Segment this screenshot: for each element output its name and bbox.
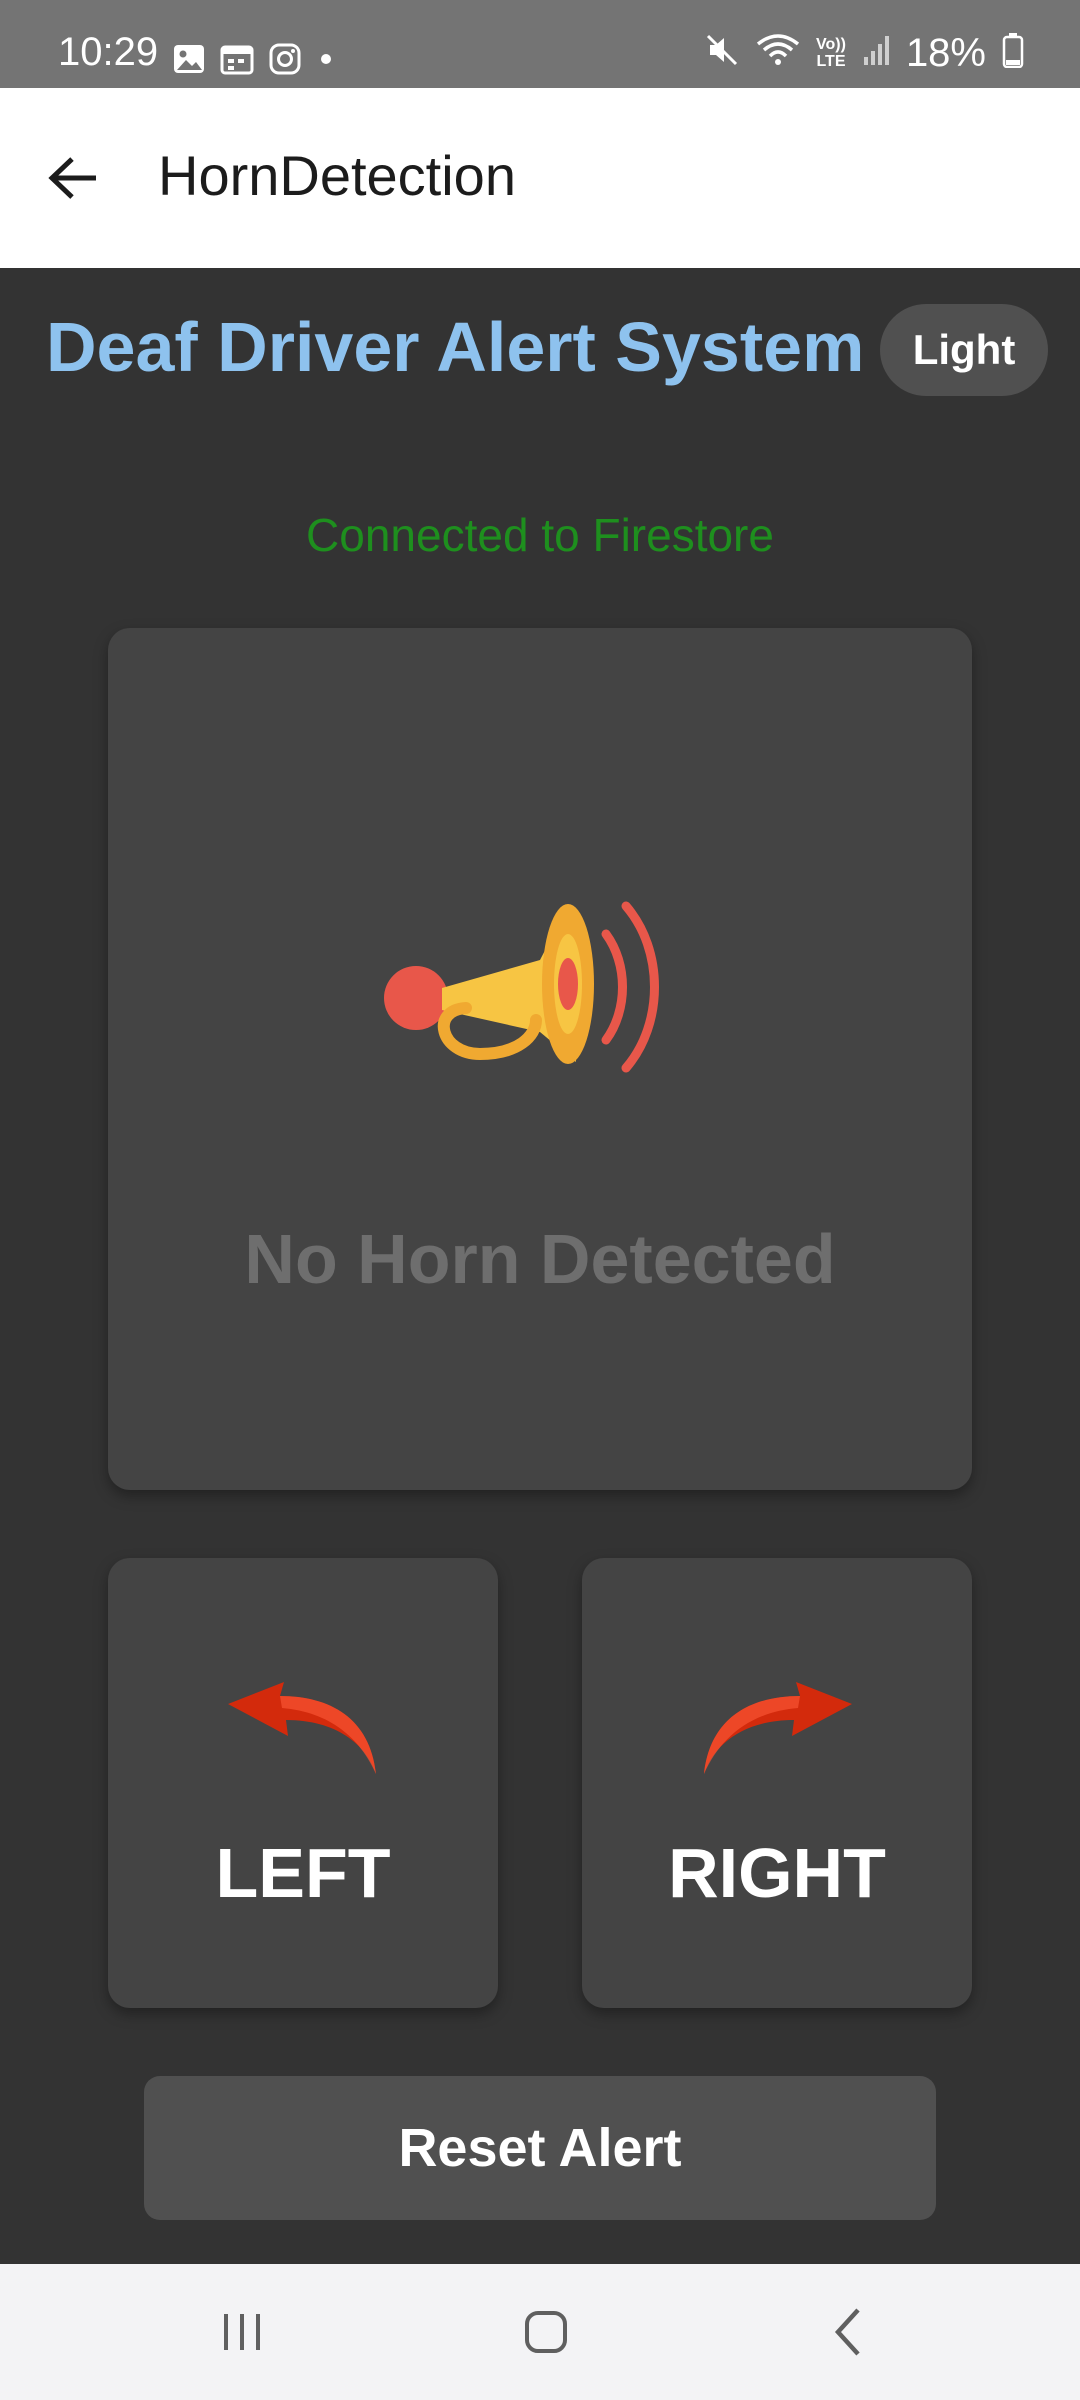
back-icon: [834, 2308, 860, 2356]
theme-toggle-button[interactable]: Light: [880, 304, 1048, 396]
volte-bottom-label: LTE: [816, 52, 846, 70]
horn-icon: [384, 901, 659, 1073]
app-title: HornDetection: [158, 144, 516, 207]
system-nav-bar: [0, 2264, 1080, 2400]
connection-status: Connected to Firestore: [306, 509, 774, 561]
gallery-icon: [172, 43, 206, 80]
battery-icon: [1002, 32, 1024, 73]
recents-button[interactable]: [202, 2302, 282, 2362]
curved-arrow-right-icon: [704, 1682, 852, 1774]
status-right-icons: Vo)) LTE 18%: [704, 32, 1024, 73]
arrow-left-icon: [48, 157, 96, 199]
back-button[interactable]: [38, 146, 110, 210]
horn-status-text: No Horn Detected: [244, 1220, 836, 1298]
horn-status-card: No Horn Detected: [108, 628, 972, 1490]
instagram-icon: [268, 42, 302, 81]
status-left-icons: [172, 42, 336, 81]
volte-icon: Vo)) LTE: [816, 36, 846, 70]
left-label: LEFT: [215, 1834, 391, 1912]
left-direction-card: LEFT: [108, 1558, 498, 2008]
page-title: Deaf Driver Alert System: [46, 308, 865, 386]
right-direction-card: RIGHT: [582, 1558, 972, 2008]
mute-icon: [704, 32, 740, 73]
notification-dot-icon: [316, 49, 336, 74]
wifi-icon: [756, 32, 800, 73]
home-icon: [525, 2311, 567, 2353]
volte-top-label: Vo)): [816, 35, 846, 53]
calendar-icon: [220, 43, 254, 80]
battery-percent: 18%: [905, 30, 986, 75]
status-time: 10:29: [58, 30, 159, 74]
recents-icon: [224, 2314, 260, 2350]
reset-alert-button[interactable]: Reset Alert: [144, 2076, 936, 2220]
system-back-button[interactable]: [808, 2302, 888, 2362]
app-bar: HornDetection: [0, 88, 1080, 268]
home-button[interactable]: [506, 2302, 586, 2362]
signal-icon: [862, 33, 890, 72]
main-content: Deaf Driver Alert System Light Connected…: [0, 268, 1080, 2264]
right-label: RIGHT: [668, 1834, 886, 1912]
curved-arrow-left-icon: [228, 1682, 376, 1774]
status-bar: 10:29 Vo)) LTE 18%: [0, 0, 1080, 88]
